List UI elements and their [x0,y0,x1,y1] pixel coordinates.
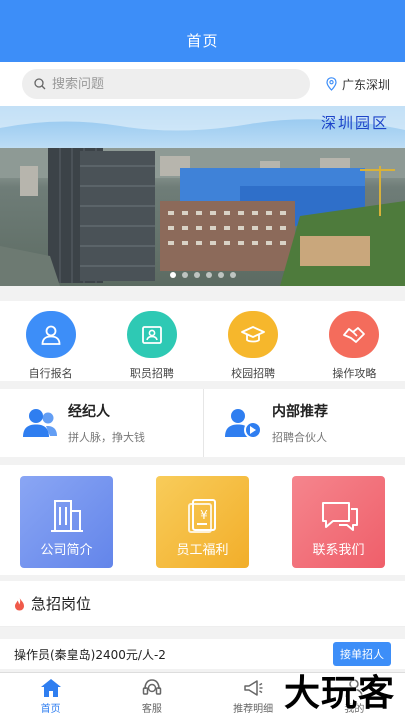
card-employee-benefits[interactable]: ¥ 员工福利 [156,476,249,568]
carousel-dot[interactable] [169,272,176,278]
home-icon [40,679,61,697]
megaphone-icon [244,680,263,696]
headset-icon [142,679,162,695]
carousel-dot[interactable] [229,272,236,278]
users-icon [23,409,57,437]
chat-icon [321,502,358,531]
user-share-icon [225,409,262,439]
quick-label: 校园招聘 [231,367,276,380]
carousel-dot[interactable] [217,272,224,278]
take-order-button[interactable]: 接单招人 [333,642,391,666]
card-company-intro[interactable]: 公司简介 [20,476,113,568]
person-icon [25,311,76,358]
info-cards: 公司简介 ¥ 员工福利 联系我们 [0,465,405,575]
card-label: 员工福利 [176,543,229,558]
job-title: 操作员(秦皇岛)2400元/人-2 [14,647,166,662]
id-card-icon [126,311,177,358]
tab-customer-service[interactable]: 客服 [101,673,202,720]
quick-label: 操作攻略 [332,367,377,380]
location-selector[interactable]: 广东深圳 [326,76,390,93]
page-title: 首页 [186,32,219,50]
quick-actions: 自行报名 职员招聘 校园招聘 操作攻略 [0,301,405,381]
quick-label: 职员招聘 [129,367,174,380]
card-label: 公司简介 [40,543,93,558]
receipt-icon: ¥ [187,499,216,533]
divider [0,457,405,465]
location-pin-icon [326,77,337,91]
location-label: 广东深圳 [342,77,391,92]
tab-home[interactable]: 首页 [0,673,101,720]
handshake-icon [329,311,380,358]
agent-broker[interactable]: 经纪人 拼人脉，挣大钱 [0,389,203,457]
urgent-jobs-title: 急招岗位 [31,595,92,613]
agent-section: 经纪人 拼人脉，挣大钱 内部推荐 招聘合伙人 [0,389,405,457]
search-bar: 广东深圳 [0,62,405,106]
banner-carousel[interactable]: 深圳园区 [0,106,405,286]
carousel-dot[interactable] [193,272,200,278]
banner-caption: 深圳园区 [320,114,389,132]
tab-label: 客服 [141,704,162,715]
divider [0,381,405,389]
agent-title: 经纪人 [68,404,110,420]
urgent-jobs-header: 急招岗位 [0,581,405,627]
app-page: 首页 广东深圳 [0,0,405,720]
quick-item-campus-recruit[interactable]: 校园招聘 [203,311,304,381]
carousel-dot[interactable] [205,272,212,278]
card-label: 联系我们 [312,543,365,558]
banner-image [0,106,405,286]
graduation-cap-icon [228,311,279,358]
quick-item-self-register[interactable]: 自行报名 [0,311,101,381]
quick-label: 自行报名 [28,367,73,380]
search-icon [34,78,46,90]
tab-label: 首页 [40,704,61,715]
carousel-indicator [0,272,405,278]
quick-item-staff-recruit[interactable]: 职员招聘 [101,311,202,381]
building-icon [50,500,83,532]
agent-subtitle: 拼人脉，挣大钱 [68,431,145,444]
tab-label: 推荐明细 [233,704,274,715]
svg-text:¥: ¥ [200,508,208,522]
quick-item-guide[interactable]: 操作攻略 [304,311,405,381]
carousel-dot[interactable] [181,272,188,278]
flame-icon [15,597,24,610]
agent-subtitle: 招聘合伙人 [272,431,327,444]
search-input[interactable] [52,76,282,92]
watermark-logo: 大玩客 [283,673,395,714]
top-header: 首页 [0,0,405,62]
card-contact-us[interactable]: 联系我们 [292,476,385,568]
agent-internal-referral[interactable]: 内部推荐 招聘合伙人 [203,389,405,457]
agent-title: 内部推荐 [272,404,328,420]
search-box[interactable] [22,69,310,99]
